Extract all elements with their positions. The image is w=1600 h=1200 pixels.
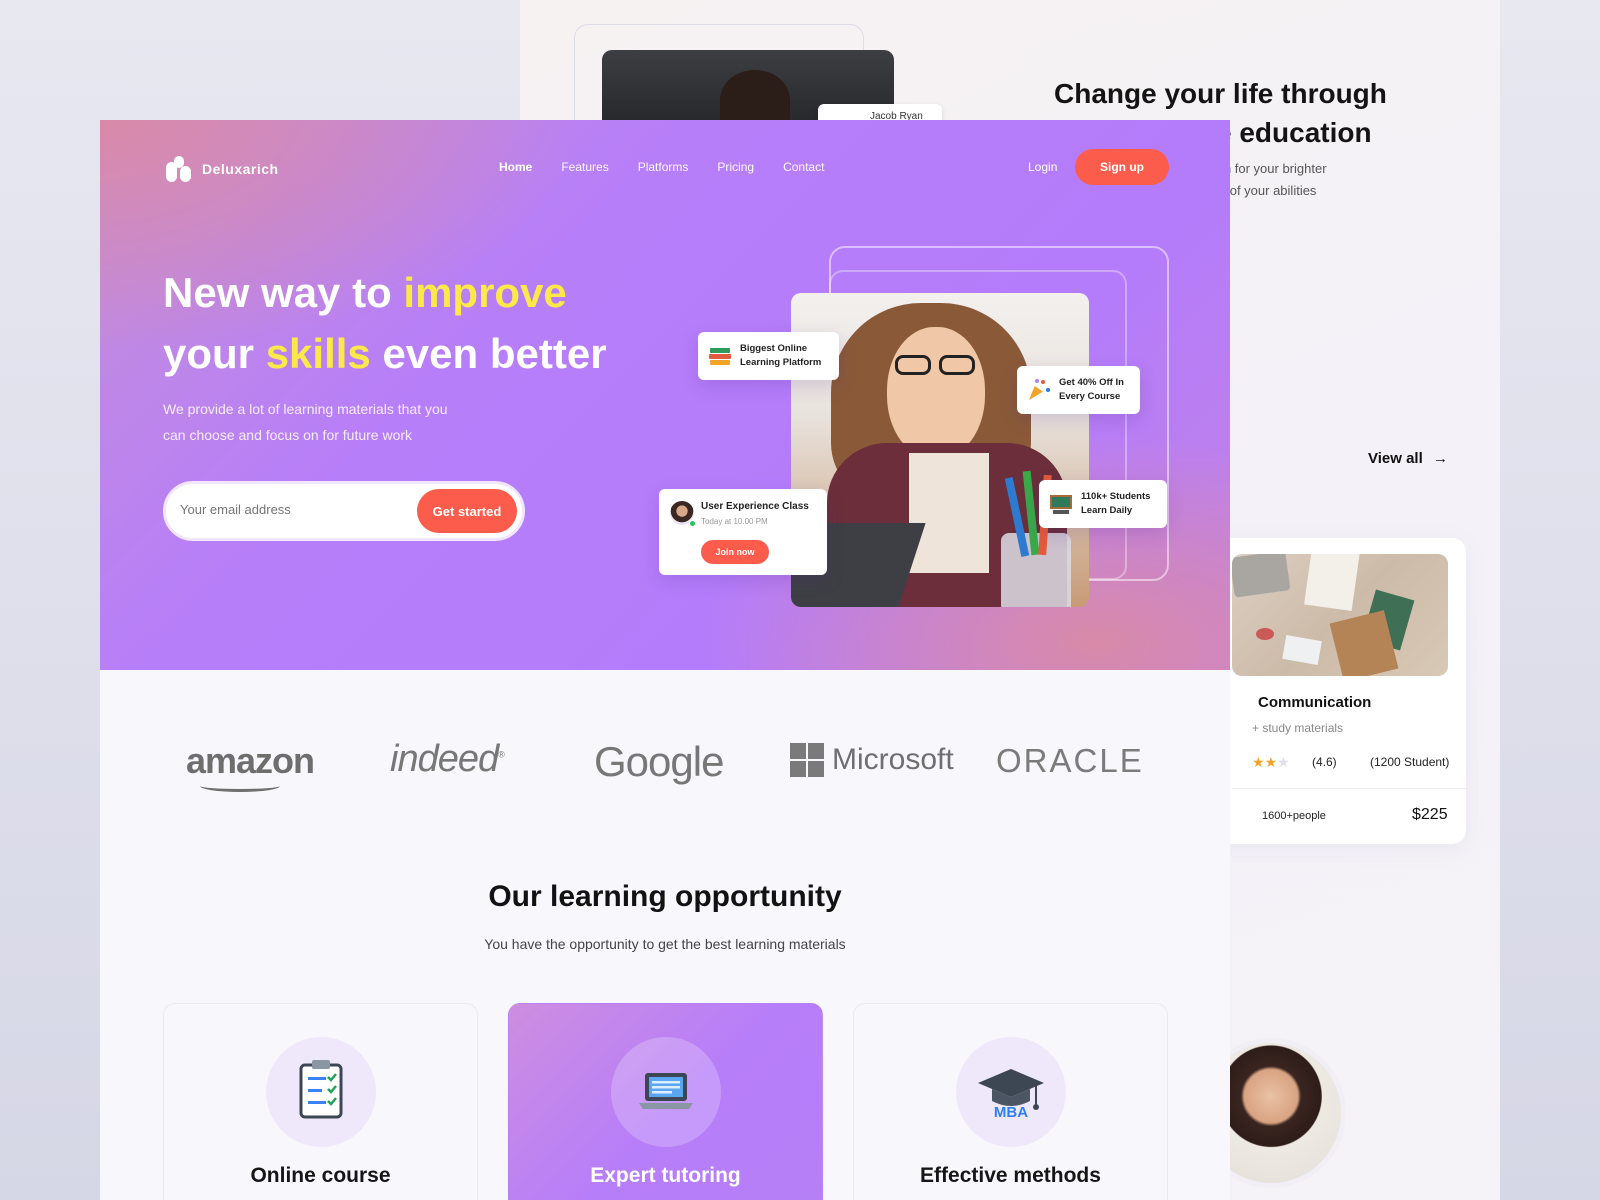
nav-features[interactable]: Features [561, 160, 608, 174]
hero-description-line2: can choose and focus on for future work [163, 427, 413, 443]
hero-title-part: even better [370, 330, 607, 377]
feature-icon-circle: MBA [956, 1037, 1066, 1147]
learning-title: Our learning opportunity [488, 880, 842, 913]
feature-card-expert-tutoring[interactable]: Expert tutoring [508, 1003, 823, 1200]
feature-icon-circle [266, 1037, 376, 1147]
star-icon: ★ [1252, 754, 1265, 770]
feature-card-effective-methods[interactable]: MBA Effective methods [853, 1003, 1168, 1200]
mba-badge: MBA [994, 1104, 1028, 1121]
feature-label: Effective methods [920, 1164, 1101, 1187]
platform-chip: Biggest Online Learning Platform [698, 332, 839, 380]
join-now-button[interactable]: Join now [701, 540, 769, 564]
clipboard-checklist-icon [299, 1060, 343, 1119]
star-icon: ★ [1264, 754, 1278, 770]
discount-chip: Get 40% Off In Every Course [1017, 366, 1140, 414]
hero-title: New way to improve your skills even bett… [163, 262, 607, 384]
nav-platforms[interactable]: Platforms [638, 160, 689, 174]
email-input[interactable] [180, 502, 400, 517]
feature-card-online-course[interactable]: Online course [163, 1003, 478, 1200]
discount-chip-line1: Get 40% Off In [1059, 377, 1124, 388]
partner-logos: amazon indeed® Google Microsoft ORACLE [100, 738, 1230, 810]
hero-description: We provide a lot of learning materials t… [163, 396, 503, 448]
back-heading-line1: Change your life through [1054, 78, 1387, 109]
microsoft-grid-icon [790, 743, 824, 777]
indeed-logo-text: indeed [390, 738, 499, 780]
discount-chip-line2: Every Course [1059, 391, 1121, 402]
front-page: Deluxarich Home Features Platforms Prici… [100, 120, 1230, 1200]
students-chip-line2: Learn Daily [1081, 505, 1133, 516]
students-chip-line1: 110k+ Students [1081, 491, 1151, 502]
party-popper-icon [1027, 378, 1051, 402]
course-students: (1200 Student) [1370, 755, 1450, 769]
microsoft-logo-text: Microsoft [832, 743, 954, 776]
students-chip: 110k+ Students Learn Daily [1039, 480, 1167, 528]
laptop-icon [639, 1073, 693, 1109]
course-title: Communication [1258, 694, 1372, 711]
hero-title-part: New way to [163, 269, 404, 316]
logo-text: Deluxarich [202, 161, 279, 177]
get-started-button[interactable]: Get started [417, 489, 517, 533]
course-price: $225 [1412, 806, 1448, 823]
course-people: 1600+people [1262, 810, 1326, 822]
oracle-logo: ORACLE [996, 742, 1144, 779]
graduation-cap-icon: MBA [978, 1069, 1044, 1121]
platform-chip-line1: Biggest Online [740, 343, 808, 354]
signup-button[interactable]: Sign up [1075, 149, 1169, 185]
star-empty-icon: ★ [1277, 754, 1290, 770]
nav-pricing[interactable]: Pricing [717, 160, 754, 174]
learning-subtitle: You have the opportunity to get the best… [484, 936, 846, 952]
amazon-logo: amazon [186, 740, 315, 792]
rating-stars: ★★★ [1252, 754, 1290, 771]
online-status-dot [689, 520, 696, 527]
books-icon [708, 344, 732, 368]
indeed-logo: indeed® [390, 738, 505, 780]
course-image [1232, 554, 1448, 676]
platform-chip-line2: Learning Platform [740, 357, 822, 368]
class-title: User Experience Class [701, 501, 809, 512]
feature-label: Online course [250, 1164, 391, 1187]
nav-contact[interactable]: Contact [783, 160, 824, 174]
hero-title-part: your [163, 330, 266, 377]
hero-section: Deluxarich Home Features Platforms Prici… [100, 120, 1230, 670]
view-all-label: View all [1368, 450, 1423, 467]
main-nav: Home Features Platforms Pricing Contact [499, 160, 824, 174]
class-time: Today at 10.00 PM [701, 517, 768, 526]
microsoft-logo: Microsoft [790, 743, 954, 777]
course-rating: (4.6) [1312, 755, 1337, 769]
divider [1232, 788, 1466, 789]
hero-title-highlight: improve [403, 269, 567, 316]
email-form: Get started [163, 481, 525, 541]
class-card: User Experience Class Today at 10.00 PM … [659, 489, 827, 575]
logo[interactable]: Deluxarich [166, 156, 279, 182]
hero-description-line1: We provide a lot of learning materials t… [163, 401, 448, 417]
amazon-logo-text: amazon [186, 740, 315, 781]
classroom-board-icon [1049, 492, 1073, 516]
nav-home[interactable]: Home [499, 160, 532, 174]
feature-label: Expert tutoring [590, 1164, 741, 1187]
login-link[interactable]: Login [1028, 160, 1057, 174]
arrow-right-icon: → [1432, 450, 1448, 467]
view-all-link[interactable]: View all → [1368, 450, 1448, 467]
feature-icon-circle [611, 1037, 721, 1147]
logo-icon [166, 156, 192, 182]
google-logo: Google [594, 738, 724, 785]
hero-title-highlight: skills [265, 330, 371, 377]
course-subtitle: + study materials [1252, 721, 1344, 735]
